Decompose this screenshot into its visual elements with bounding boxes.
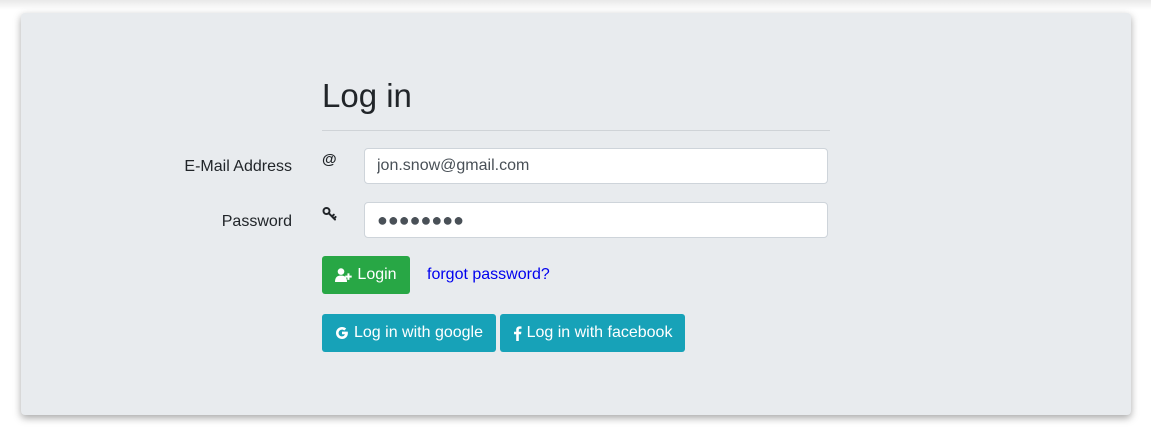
- at-icon: @: [322, 151, 337, 168]
- google-icon: [335, 326, 349, 340]
- top-shadow: [0, 0, 1151, 10]
- email-field[interactable]: [364, 148, 828, 184]
- google-login-button[interactable]: Log in with google: [322, 314, 496, 352]
- forgot-password-link[interactable]: forgot password?: [427, 266, 550, 284]
- password-label: Password: [221, 213, 292, 230]
- login-card: Log in E-Mail Address @ Password Login f…: [21, 13, 1131, 415]
- login-button[interactable]: Login: [322, 256, 410, 294]
- page-title: Log in: [322, 77, 412, 114]
- google-button-label: Log in with google: [354, 324, 483, 341]
- facebook-icon: [513, 325, 522, 341]
- password-field[interactable]: [364, 202, 828, 238]
- login-button-label: Login: [357, 266, 397, 283]
- user-plus-icon: [335, 268, 353, 282]
- facebook-button-label: Log in with facebook: [526, 324, 673, 341]
- key-icon: [322, 206, 340, 224]
- title-divider: [322, 130, 830, 131]
- email-label: E-Mail Address: [184, 158, 292, 175]
- facebook-login-button[interactable]: Log in with facebook: [500, 314, 685, 352]
